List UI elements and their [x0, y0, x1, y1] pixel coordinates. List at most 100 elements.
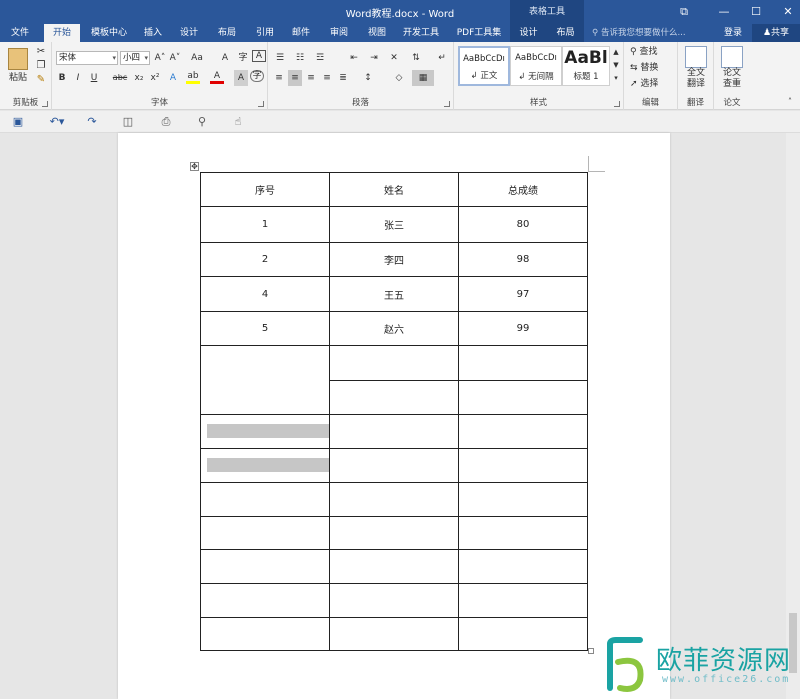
distributed-icon[interactable]: ≣	[336, 70, 350, 86]
numbering-icon[interactable]: ☷	[292, 50, 308, 66]
table-cell[interactable]	[200, 583, 330, 618]
decrease-indent-icon[interactable]: ⇤	[346, 50, 362, 66]
table-cell[interactable]: 李四	[329, 242, 459, 277]
shaded-table-cell[interactable]	[200, 414, 330, 449]
italic-button[interactable]: I	[72, 70, 84, 86]
tab-file[interactable]: 文件	[2, 24, 38, 42]
paper-check-button[interactable]: 论文	[714, 68, 750, 79]
tab-developer[interactable]: 开发工具	[398, 24, 444, 42]
table-cell[interactable]	[458, 583, 588, 618]
align-right-icon[interactable]: ≡	[304, 70, 318, 86]
paste-button[interactable]: 粘贴	[4, 70, 32, 86]
tab-template-center[interactable]: 模板中心	[86, 24, 132, 42]
table-cell[interactable]	[458, 414, 588, 449]
zoom-page-icon[interactable]: ⚲	[194, 115, 210, 129]
font-launcher-icon[interactable]	[258, 101, 264, 107]
borders-icon[interactable]: ▦	[412, 70, 434, 86]
table-cell[interactable]	[329, 345, 459, 381]
char-shading-button[interactable]: A	[234, 70, 248, 86]
table-resize-handle-icon[interactable]	[588, 648, 594, 654]
clear-format-button[interactable]: A	[218, 50, 232, 66]
table-cell[interactable]	[329, 482, 459, 517]
styles-scroll-up-icon[interactable]: ▲	[611, 46, 621, 58]
tab-references[interactable]: 引用	[250, 24, 280, 42]
table-cell[interactable]: 5	[200, 311, 330, 346]
table-header-cell[interactable]: 姓名	[329, 172, 459, 207]
table-cell[interactable]	[458, 380, 588, 415]
table-cell[interactable]	[458, 617, 588, 651]
login-link[interactable]: 登录	[724, 24, 742, 42]
table-cell[interactable]: 2	[200, 242, 330, 277]
table-cell[interactable]	[329, 414, 459, 449]
styles-launcher-icon[interactable]	[614, 101, 620, 107]
font-name-combo[interactable]: 宋体 ▾	[56, 51, 118, 65]
shaded-table-cell[interactable]	[200, 448, 330, 483]
styles-scroll-down-icon[interactable]: ▼	[611, 59, 621, 71]
table-header-cell[interactable]: 总成绩	[458, 172, 588, 207]
align-left-icon[interactable]: ≡	[272, 70, 286, 86]
table-cell[interactable]: 80	[458, 206, 588, 243]
tab-review[interactable]: 审阅	[322, 24, 356, 42]
undo-icon[interactable]: ↶▾	[46, 115, 68, 129]
touch-mode-icon[interactable]: ☝	[230, 115, 246, 129]
change-case-button[interactable]: Aa	[188, 50, 206, 66]
table-cell[interactable]	[200, 617, 330, 651]
table-cell[interactable]	[329, 549, 459, 584]
subscript-button[interactable]: x₂	[132, 70, 146, 86]
tab-insert[interactable]: 插入	[138, 24, 168, 42]
vertical-scrollbar[interactable]	[786, 133, 800, 699]
table-cell[interactable]	[329, 583, 459, 618]
style-heading-1[interactable]: AaBl 标题 1	[562, 46, 610, 86]
highlight-button[interactable]: ab	[186, 70, 200, 84]
table-cell[interactable]	[458, 482, 588, 517]
table-cell[interactable]: 赵六	[329, 311, 459, 346]
merged-table-cell[interactable]	[200, 345, 330, 415]
table-cell[interactable]	[200, 482, 330, 517]
table-cell[interactable]	[329, 516, 459, 550]
find-button[interactable]: ⚲ 查找	[630, 44, 674, 60]
table-cell[interactable]	[458, 516, 588, 550]
tab-view[interactable]: 视图	[362, 24, 392, 42]
strikethrough-button[interactable]: abc	[110, 70, 130, 86]
print-preview-icon[interactable]: ⎙	[158, 115, 174, 129]
font-color-button[interactable]: A	[210, 70, 224, 84]
style-no-spacing[interactable]: AaBbCcDı ↲ 无间隔	[510, 46, 562, 86]
redo-icon[interactable]: ↷	[84, 115, 100, 129]
grow-font-button[interactable]: A˄	[153, 50, 167, 66]
table-cell[interactable]	[200, 516, 330, 550]
format-painter-icon[interactable]: ✎	[34, 72, 48, 88]
enclose-char-button[interactable]: 字	[250, 70, 264, 82]
table-cell[interactable]	[329, 617, 459, 651]
align-center-icon[interactable]: ≡	[288, 70, 302, 86]
show-marks-icon[interactable]: ↵	[434, 50, 450, 66]
table-cell[interactable]: 98	[458, 242, 588, 277]
table-cell[interactable]	[458, 345, 588, 381]
underline-button[interactable]: U	[88, 70, 100, 86]
select-button[interactable]: ➚ 选择	[630, 76, 674, 92]
table-cell[interactable]: 张三	[329, 206, 459, 243]
replace-button[interactable]: ⇆ 替换	[630, 60, 674, 76]
tab-mailings[interactable]: 邮件	[286, 24, 316, 42]
sort-icon[interactable]: ⇅	[408, 50, 424, 66]
tab-pdf-tools[interactable]: PDF工具集	[452, 24, 506, 42]
clipboard-launcher-icon[interactable]	[42, 101, 48, 107]
score-table[interactable]: 序号 姓名 总成绩 1 张三 80 2 李四 98 4 王五 97 5 赵六 9…	[200, 172, 588, 651]
two-pages-icon[interactable]: ◫	[120, 115, 136, 129]
save-icon[interactable]: ▣	[10, 115, 26, 129]
paragraph-launcher-icon[interactable]	[444, 101, 450, 107]
collapse-ribbon-icon[interactable]: ˄	[784, 94, 796, 110]
tab-table-layout[interactable]: 布局	[547, 24, 584, 42]
shading-icon[interactable]: ◇	[388, 70, 410, 86]
bold-button[interactable]: B	[56, 70, 68, 86]
table-cell[interactable]: 1	[200, 206, 330, 243]
text-effects-button[interactable]: A	[166, 70, 180, 86]
increase-indent-icon[interactable]: ⇥	[366, 50, 382, 66]
line-spacing-icon[interactable]: ↕	[360, 70, 376, 86]
tab-design[interactable]: 设计	[174, 24, 204, 42]
multilevel-list-icon[interactable]: ☲	[312, 50, 328, 66]
table-cell[interactable]: 4	[200, 276, 330, 312]
styles-more-icon[interactable]: ▾	[611, 72, 621, 84]
table-cell[interactable]: 97	[458, 276, 588, 312]
font-size-combo[interactable]: 小四 ▾	[120, 51, 150, 65]
table-cell[interactable]	[329, 448, 459, 483]
